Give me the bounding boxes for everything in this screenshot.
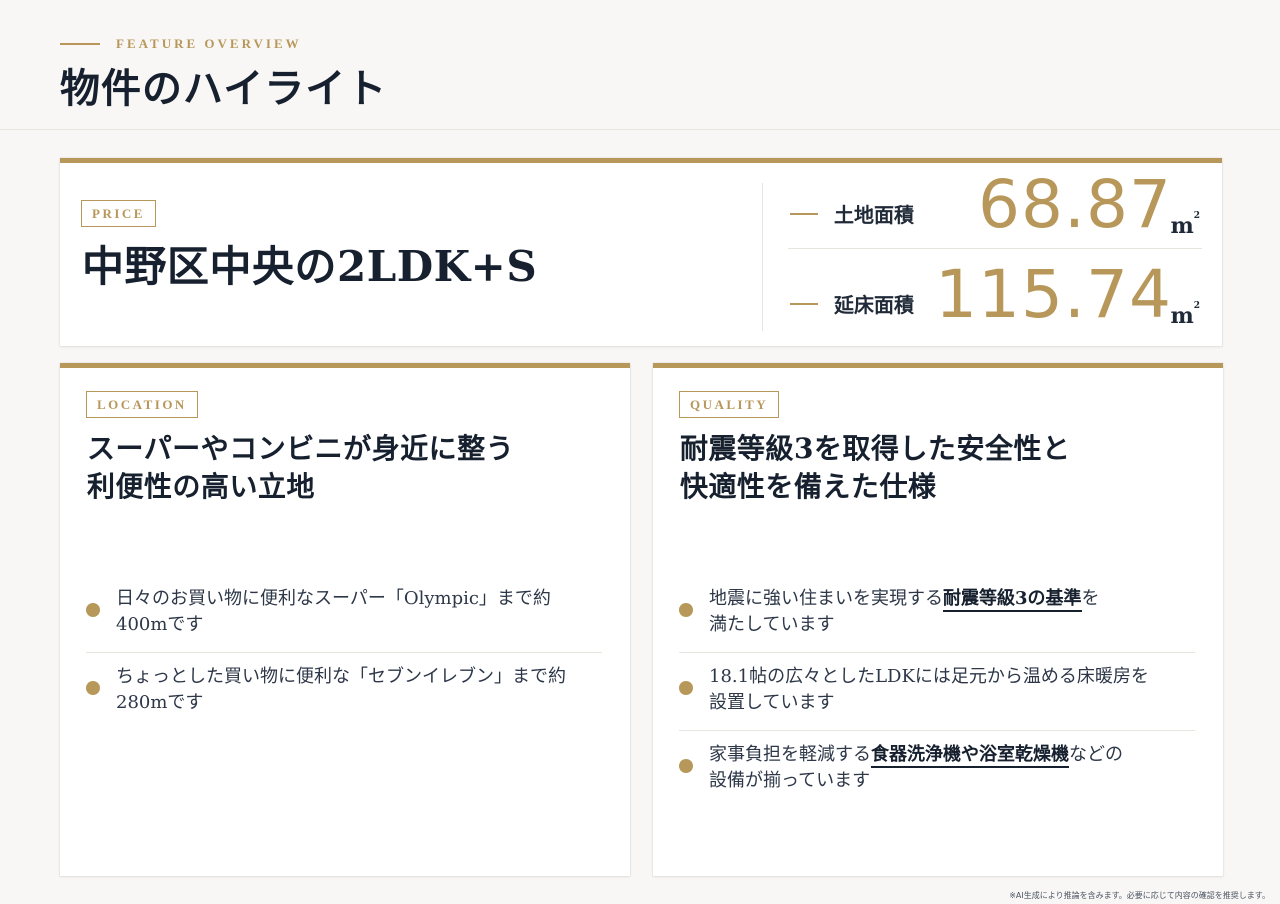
land-area-row: 土地面積 68.87 m2 xyxy=(788,168,1202,249)
bullet-dot xyxy=(679,603,693,617)
list-item: 地震に強い住まいを実現する耐震等級3の基準を 満たしています xyxy=(679,575,1195,653)
divider xyxy=(762,183,763,331)
land-area-value: 68.87 xyxy=(978,166,1172,243)
land-area-unit: m2 xyxy=(1170,211,1200,239)
location-list: 日々のお買い物に便利なスーパー「Olympic」まで約 400mです ちょっとし… xyxy=(86,575,602,731)
floor-area-row: 延床面積 115.74 m2 xyxy=(788,258,1202,339)
quality-heading: 耐震等級3を取得した安全性と 快適性を備えた仕様 xyxy=(680,432,1071,503)
price-card: PRICE 中野区中央の2LDK+S 土地面積 68.87 m2 延床面積 11… xyxy=(60,158,1222,346)
dash-marker xyxy=(790,213,818,215)
bullet-dot xyxy=(86,681,100,695)
list-item: ちょっとした買い物に便利な「セブンイレブン」まで約 280mです xyxy=(86,653,602,731)
eyebrow: FEATURE OVERVIEW xyxy=(60,36,302,52)
bullet-dot xyxy=(86,603,100,617)
bullet-dot xyxy=(679,759,693,773)
dash-marker xyxy=(790,303,818,305)
quality-list: 地震に強い住まいを実現する耐震等級3の基準を 満たしています 18.1帖の広々と… xyxy=(679,575,1195,809)
quality-tag: QUALITY xyxy=(679,391,780,418)
list-item: 家事負担を軽減する食器洗浄機や浴室乾燥機などの 設備が揃っています xyxy=(679,731,1195,809)
land-area-label: 土地面積 xyxy=(834,203,914,227)
floor-area-value: 115.74 xyxy=(935,256,1172,333)
location-card: LOCATION スーパーやコンビニが身近に整う 利便性の高い立地 日々のお買い… xyxy=(60,363,630,876)
disclaimer-footnote: ※AI生成により推論を含みます。必要に応じて内容の確認を推奨します。 xyxy=(1009,891,1270,900)
highlight-text: 食器洗浄機や浴室乾燥機 xyxy=(871,744,1069,768)
location-tag: LOCATION xyxy=(86,391,198,418)
eyebrow-rule xyxy=(60,43,100,45)
floor-area-unit: m2 xyxy=(1170,301,1200,329)
bullet-dot xyxy=(679,681,693,695)
eyebrow-text: FEATURE OVERVIEW xyxy=(116,36,302,51)
price-tag: PRICE xyxy=(81,200,156,227)
list-item: 18.1帖の広々としたLDKには足元から温める床暖房を 設置しています xyxy=(679,653,1195,731)
quality-card: QUALITY 耐震等級3を取得した安全性と 快適性を備えた仕様 地震に強い住ま… xyxy=(653,363,1223,876)
list-item: 日々のお買い物に便利なスーパー「Olympic」まで約 400mです xyxy=(86,575,602,653)
location-heading: スーパーやコンビニが身近に整う 利便性の高い立地 xyxy=(87,432,515,503)
page-header: FEATURE OVERVIEW 物件のハイライト xyxy=(0,0,1280,130)
highlight-text: 耐震等級3の基準 xyxy=(943,588,1082,612)
floor-area-label: 延床面積 xyxy=(834,293,914,317)
property-title: 中野区中央の2LDK+S xyxy=(82,242,538,291)
page-title: 物件のハイライト xyxy=(60,65,388,112)
